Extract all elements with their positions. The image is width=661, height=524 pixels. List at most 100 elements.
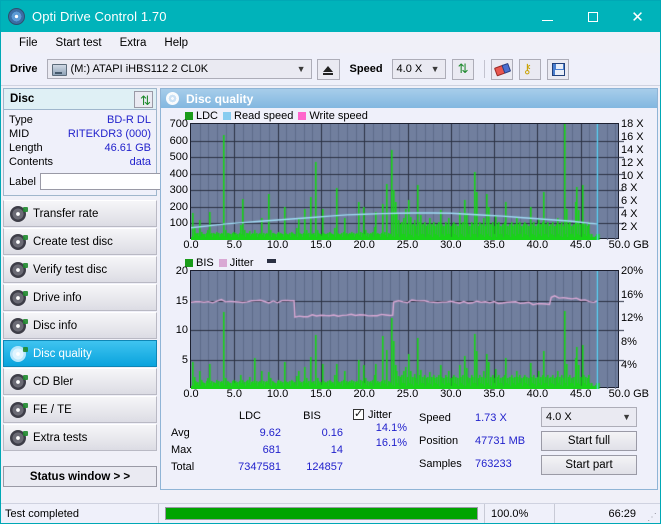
jitter-checkbox-row: Jitter	[353, 407, 411, 422]
disc-panel-header: Disc ⇅	[4, 89, 156, 110]
disc-icon	[10, 373, 28, 390]
chevron-down-icon: ▼	[430, 64, 440, 74]
menu-file[interactable]: File	[10, 35, 47, 51]
maximize-button[interactable]	[570, 1, 615, 32]
legend-marker-icon	[266, 258, 276, 263]
ldc-plot-canvas	[191, 124, 624, 240]
bis-jitter-chart: 5 10 15 20 4% 8% 12% 16% 20% 0.0 5.0 10.0 15.0 20.0 25…	[176, 265, 649, 400]
ldc-chart: 100 200 300 400 500 600 700 2 X4 X6 X8 X 10 X 12 …	[170, 118, 649, 251]
x-axis-tick: 10.0	[266, 239, 289, 251]
resize-grip-icon	[644, 504, 660, 523]
key-icon: ⚷	[522, 61, 533, 77]
speed-select-value: 4.0 X	[396, 63, 423, 75]
disc-row-key: Contents	[9, 156, 54, 168]
legend-swatch	[218, 259, 227, 267]
stats-area: LDC BIS Avg 9.62 0.16 Max 681 14 Total 7…	[161, 404, 657, 475]
y-axis-tick: 5	[181, 353, 188, 366]
start-part-button[interactable]: Start part	[541, 455, 637, 475]
menu-start-test[interactable]: Start test	[47, 35, 111, 51]
eraser-icon	[493, 62, 511, 76]
y-axis-tick: 600	[169, 134, 188, 147]
x-axis-tick: 25.0	[396, 388, 419, 400]
sidebar-item-disc-quality[interactable]: Disc quality	[3, 340, 157, 367]
y2-axis-tick: 14 X	[621, 143, 644, 156]
sidebar-item-transfer-rate[interactable]: Transfer rate	[3, 200, 157, 227]
sidebar-item-label: Disc quality	[33, 347, 92, 360]
disc-icon	[10, 345, 28, 362]
sidebar-item-drive-info[interactable]: Drive info	[3, 284, 157, 311]
y-axis-tick: 200	[169, 200, 188, 213]
elapsed-time: 66:29	[554, 504, 644, 523]
sidebar-item-label: FE / TE	[33, 403, 72, 416]
sidebar-item-extra-tests[interactable]: Extra tests	[3, 424, 157, 451]
erase-button[interactable]	[490, 58, 513, 80]
speed-group: Speed 4.0 X ▼	[350, 59, 446, 79]
nav-list: Transfer rate Create test disc Verify te…	[3, 200, 157, 451]
y-axis-tick: 100	[169, 217, 188, 230]
x-axis-tick: 30.0	[440, 388, 462, 400]
progress-percent: 100.0%	[484, 504, 554, 523]
bis-total: 124857	[306, 460, 343, 473]
chevron-down-icon: ▼	[622, 412, 631, 422]
x-axis-tick: 40.0	[526, 388, 549, 400]
jitter-label: Jitter	[368, 408, 392, 421]
x-axis-tick: 10.0	[266, 388, 289, 400]
save-button[interactable]	[546, 58, 569, 80]
disc-icon	[10, 261, 28, 278]
page-title: Disc quality	[186, 91, 254, 106]
disc-row-value: data	[129, 156, 151, 168]
disc-panel: Disc ⇅ Type BD-R DL MID RITEKDR3 (000) L…	[3, 88, 242, 196]
minimize-button[interactable]	[525, 1, 570, 32]
key-button[interactable]: ⚷	[518, 58, 541, 80]
y-axis-tick: 15	[175, 294, 188, 307]
disc-quality-panel: Disc quality LDC Read speed Write speed	[160, 88, 658, 490]
sidebar-item-disc-info[interactable]: Disc info	[3, 312, 157, 339]
ldc-avg: 9.62	[259, 426, 281, 439]
sidebar-item-cd-bler[interactable]: CD Bler	[3, 368, 157, 395]
eject-button[interactable]	[316, 58, 340, 80]
sidebar-item-verify-test-disc[interactable]: Verify test disc	[3, 256, 157, 283]
x-axis-tick: 50.0 GB	[608, 388, 650, 400]
menu-help[interactable]: Help	[155, 35, 197, 51]
drive-select[interactable]: (M:) ATAPI iHBS112 2 CL0K ▼	[46, 59, 312, 79]
test-speed-value: 4.0 X	[546, 411, 572, 423]
y-axis-tick: 700	[169, 118, 188, 130]
refresh-button[interactable]: ⇅	[451, 58, 474, 80]
x-axis-tick: 20.0	[353, 239, 375, 251]
status-window-button[interactable]: Status window > >	[3, 466, 157, 487]
x-axis-tick: 5.0	[226, 388, 242, 400]
position-stat-value: 47731 MB	[475, 434, 526, 447]
progress-bar	[159, 504, 484, 523]
y2-axis-tick: 4%	[621, 359, 637, 372]
disc-label-row: Label	[9, 172, 242, 191]
progress-fill	[166, 508, 477, 519]
x-axis-tick: 5.0	[226, 239, 242, 251]
drive-label: Drive	[10, 63, 38, 75]
drive-icon	[51, 64, 67, 76]
row-header-total: Total	[171, 460, 195, 473]
table-row: Position 47731 MB	[419, 430, 537, 453]
start-full-button[interactable]: Start full	[541, 431, 637, 451]
speed-select[interactable]: 4.0 X ▼	[391, 59, 446, 79]
table-header-row: LDC BIS	[171, 407, 343, 424]
menu-extra[interactable]: Extra	[111, 35, 156, 51]
y2-axis-tick: 16%	[621, 288, 644, 301]
disc-refresh-button[interactable]: ⇅	[134, 90, 153, 109]
app-window: Opti Drive Control 1.70 ✕ File Start tes…	[0, 0, 661, 524]
legend-label: Jitter	[229, 257, 254, 269]
sidebar-item-label: Transfer rate	[33, 207, 99, 220]
ldc-bis-stats-table: LDC BIS Avg 9.62 0.16 Max 681 14 Total 7…	[171, 407, 343, 475]
disc-icon	[166, 92, 179, 105]
sidebar-item-create-test-disc[interactable]: Create test disc	[3, 228, 157, 255]
samples-stat-value: 763233	[475, 457, 512, 470]
panel-title-bar: Disc quality	[161, 89, 657, 108]
x-axis-tick: 30.0	[440, 239, 462, 251]
close-button[interactable]: ✕	[615, 1, 660, 32]
sidebar-item-fe-te[interactable]: FE / TE	[3, 396, 157, 423]
y2-axis-tick: 2 X	[621, 221, 638, 234]
refresh-icon: ⇅	[457, 61, 469, 77]
legend-bis: BIS Jitter	[161, 255, 657, 270]
jitter-stats: Jitter 14.1% 16.1%	[343, 407, 411, 475]
jitter-checkbox[interactable]	[353, 407, 364, 420]
test-speed-select[interactable]: 4.0 X ▼	[541, 407, 637, 427]
